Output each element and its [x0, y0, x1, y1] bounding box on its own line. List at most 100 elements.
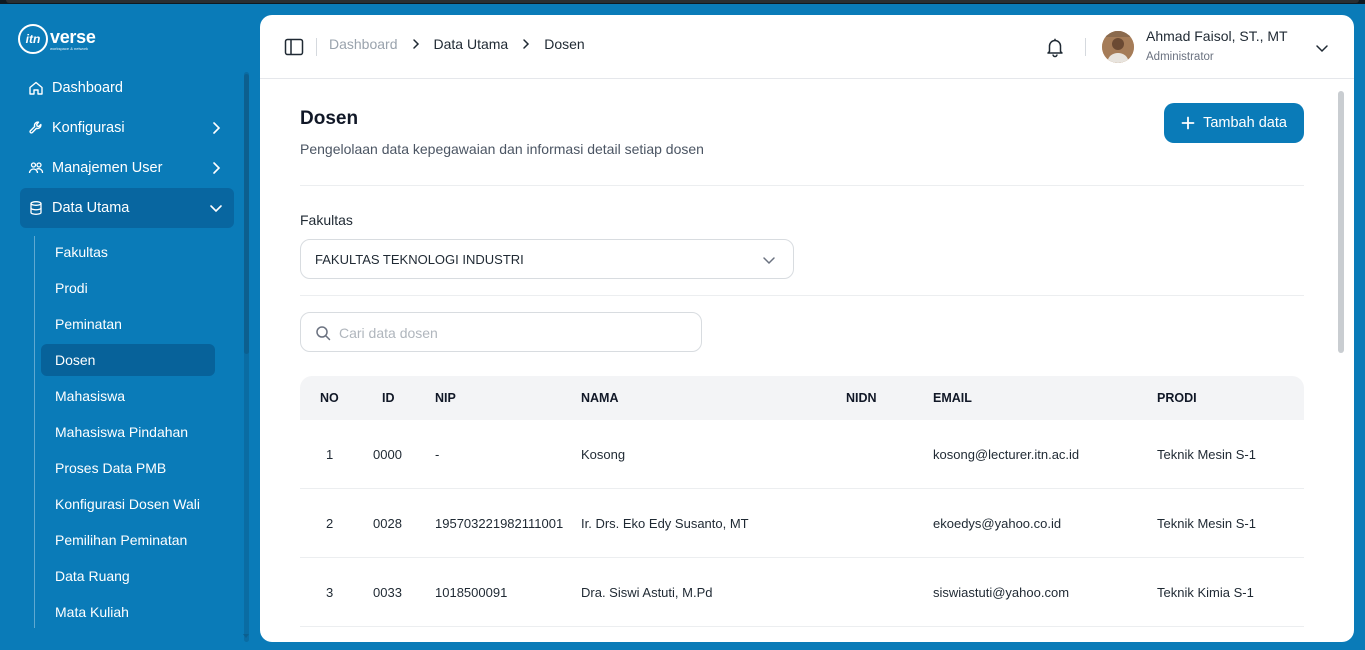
- top-bar: Dashboard Data Utama Dosen Ahmad Faisol,…: [260, 15, 1354, 79]
- divider: [300, 295, 1304, 296]
- add-data-button[interactable]: Tambah data: [1164, 103, 1304, 143]
- database-icon: [28, 200, 44, 216]
- sidebar: itn verse workspace & network Dashboard …: [0, 4, 252, 650]
- column-header-email[interactable]: EMAIL: [933, 376, 1153, 420]
- chevron-right-icon: [523, 39, 530, 49]
- chevron-right-icon: [412, 39, 419, 49]
- bell-icon[interactable]: [1044, 36, 1066, 58]
- cell-nip: 195703221982111001: [435, 515, 564, 531]
- search-input[interactable]: [339, 322, 679, 344]
- page-description: Pengelolaan data kepegawaian dan informa…: [300, 141, 704, 157]
- dosen-table: NO ID NIP NAMA NIDN EMAIL PRODI 1 0000 -…: [300, 376, 1304, 627]
- sidebar-subitem-mahasiswa-pindahan[interactable]: Mahasiswa Pindahan: [41, 416, 215, 448]
- sidebar-scrollbar-thumb[interactable]: [244, 74, 249, 354]
- avatar[interactable]: [1102, 31, 1134, 63]
- sidebar-nav: Dashboard Konfigurasi Manajemen User Dat…: [20, 68, 234, 632]
- cell-id: 0033: [373, 584, 402, 600]
- table-row[interactable]: 2 0028 195703221982111001 Ir. Drs. Eko E…: [300, 489, 1304, 558]
- search-box[interactable]: [300, 312, 702, 352]
- sidebar-subitem-fakultas[interactable]: Fakultas: [41, 236, 215, 268]
- sidebar-item-manajemen-user[interactable]: Manajemen User: [20, 148, 234, 188]
- cell-no: 2: [326, 515, 334, 531]
- fakultas-select-value: FAKULTAS TEKNOLOGI INDUSTRI: [315, 251, 524, 267]
- sidebar-item-label: Konfigurasi: [52, 120, 125, 136]
- sidebar-item-label: Data Utama: [52, 200, 130, 216]
- logo-word: verse: [50, 26, 96, 47]
- chevron-down-icon: [763, 257, 775, 265]
- breadcrumb-item-data-utama[interactable]: Data Utama: [434, 36, 509, 52]
- divider: [300, 185, 1304, 186]
- wrench-icon: [28, 120, 44, 136]
- sidebar-subitem-proses-data-pmb[interactable]: Proses Data PMB: [41, 452, 215, 484]
- cell-id: 0000: [373, 446, 402, 462]
- sidebar-item-konfigurasi[interactable]: Konfigurasi: [20, 108, 234, 148]
- sidebar-subitem-mata-kuliah[interactable]: Mata Kuliah: [41, 596, 215, 628]
- column-header-nidn[interactable]: NIDN: [846, 376, 926, 420]
- sidebar-item-data-utama[interactable]: Data Utama: [20, 188, 234, 228]
- divider: [316, 38, 317, 56]
- breadcrumb-item-dashboard[interactable]: Dashboard: [329, 36, 398, 52]
- sidebar-item-label: Dashboard: [52, 80, 123, 96]
- chevron-right-icon: [213, 122, 221, 134]
- logo-text: verse workspace & network: [50, 28, 96, 51]
- sidebar-subitem-data-ruang[interactable]: Data Ruang: [41, 560, 215, 592]
- page-title: Dosen: [300, 108, 359, 129]
- cell-prodi: Teknik Mesin S-1: [1157, 515, 1256, 531]
- sidebar-toggle-icon[interactable]: [284, 38, 304, 56]
- table-row[interactable]: 3 0033 1018500091 Dra. Siswi Astuti, M.P…: [300, 558, 1304, 627]
- cell-no: 1: [326, 446, 334, 462]
- sidebar-subitem-konfigurasi-dosen-wali[interactable]: Konfigurasi Dosen Wali: [41, 488, 215, 520]
- cell-nidn: [846, 420, 926, 488]
- column-header-prodi[interactable]: PRODI: [1157, 376, 1297, 420]
- column-header-id[interactable]: ID: [382, 376, 422, 420]
- table-header: NO ID NIP NAMA NIDN EMAIL PRODI: [300, 376, 1304, 420]
- sidebar-item-dashboard[interactable]: Dashboard: [20, 68, 234, 108]
- main-panel: Dashboard Data Utama Dosen Ahmad Faisol,…: [260, 15, 1354, 642]
- column-header-no[interactable]: NO: [320, 376, 350, 420]
- fakultas-label: Fakultas: [300, 212, 353, 228]
- sidebar-item-label: Manajemen User: [52, 160, 163, 176]
- chevron-down-icon: [210, 205, 222, 213]
- sidebar-submenu-data-utama: Fakultas Prodi Peminatan Dosen Mahasiswa…: [34, 236, 234, 628]
- column-header-nama[interactable]: NAMA: [581, 376, 841, 420]
- scroll-down-arrow-icon[interactable]: [243, 634, 249, 638]
- cell-email: kosong@lecturer.itn.ac.id: [933, 446, 1080, 462]
- cell-nip: 1018500091: [435, 584, 508, 600]
- users-icon: [28, 160, 44, 176]
- breadcrumb: Dashboard Data Utama Dosen: [329, 36, 585, 52]
- window-top-bar: [6, 0, 1359, 3]
- cell-email: siswiastuti@yahoo.com: [933, 584, 1070, 600]
- home-icon: [28, 80, 44, 96]
- cell-nama: Kosong: [581, 446, 626, 462]
- sidebar-subitem-pemilihan-peminatan[interactable]: Pemilihan Peminatan: [41, 524, 215, 556]
- add-data-button-label: Tambah data: [1203, 115, 1287, 131]
- fakultas-select[interactable]: FAKULTAS TEKNOLOGI INDUSTRI: [300, 239, 794, 279]
- table-row[interactable]: 1 0000 - Kosong kosong@lecturer.itn.ac.i…: [300, 420, 1304, 489]
- sidebar-subitem-prodi[interactable]: Prodi: [41, 272, 215, 304]
- search-icon: [316, 326, 331, 341]
- cell-nidn: [846, 558, 926, 626]
- cell-no: 3: [326, 584, 334, 600]
- app-logo[interactable]: itn verse workspace & network: [18, 24, 96, 54]
- cell-id: 0028: [373, 515, 402, 531]
- user-name[interactable]: Ahmad Faisol, ST., MT: [1146, 28, 1288, 44]
- sidebar-scrollbar[interactable]: [244, 72, 249, 642]
- cell-email: ekoedys@yahoo.co.id: [933, 515, 1062, 531]
- sidebar-subitem-mahasiswa[interactable]: Mahasiswa: [41, 380, 215, 412]
- user-role: Administrator: [1146, 51, 1214, 63]
- cell-nama: Ir. Drs. Eko Edy Susanto, MT: [581, 515, 749, 531]
- logo-mark: itn: [18, 24, 48, 54]
- sidebar-subitem-peminatan[interactable]: Peminatan: [41, 308, 215, 340]
- main-scrollbar[interactable]: [1338, 91, 1344, 353]
- chevron-right-icon: [213, 162, 221, 174]
- divider: [1085, 38, 1086, 56]
- cell-nidn: [846, 489, 926, 557]
- breadcrumb-item-dosen: Dosen: [544, 36, 585, 52]
- cell-nama: Dra. Siswi Astuti, M.Pd: [581, 584, 713, 600]
- cell-prodi: Teknik Kimia S-1: [1157, 584, 1254, 600]
- logo-tagline: workspace & network: [50, 45, 89, 51]
- sidebar-subitem-dosen[interactable]: Dosen: [41, 344, 215, 376]
- cell-nip: -: [435, 446, 440, 462]
- chevron-down-icon[interactable]: [1314, 40, 1330, 56]
- column-header-nip[interactable]: NIP: [435, 376, 575, 420]
